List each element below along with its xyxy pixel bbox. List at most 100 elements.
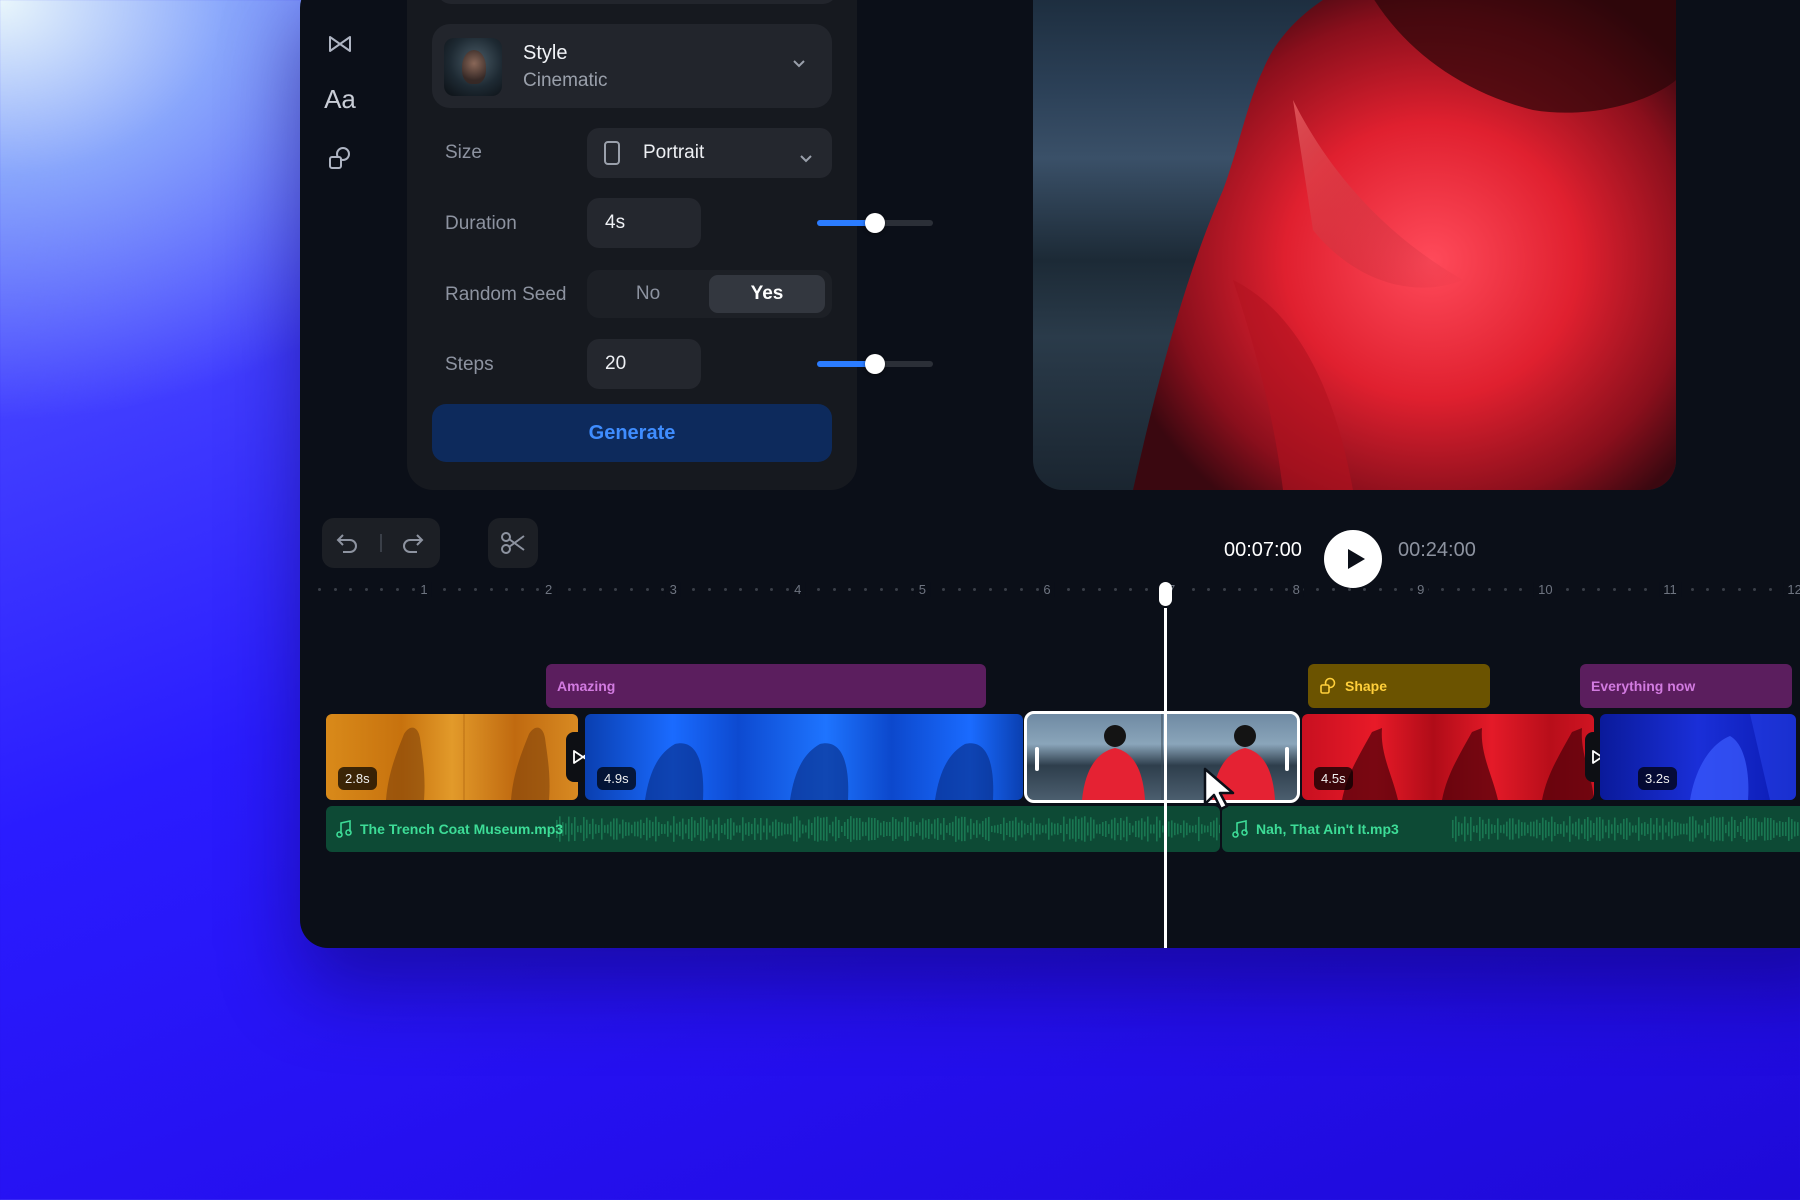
style-selector[interactable]: Style Cinematic <box>432 24 832 108</box>
ruler-tick <box>396 588 399 591</box>
ruler-label: 3 <box>665 582 681 597</box>
steps-slider[interactable] <box>817 354 933 374</box>
video-clip[interactable]: 4.5s <box>1302 714 1594 800</box>
ruler-tick <box>1503 588 1507 591</box>
ruler-tick <box>442 588 446 591</box>
random-seed-yes[interactable]: Yes <box>709 275 825 313</box>
steps-input[interactable]: 20 <box>587 339 701 389</box>
text-icon[interactable]: Aa <box>322 81 358 117</box>
size-dropdown[interactable]: Portrait <box>587 128 832 178</box>
ruler-tick <box>957 588 961 591</box>
timeline-ruler[interactable]: 123456789101112 <box>318 582 1800 602</box>
video-preview[interactable] <box>1033 0 1676 490</box>
duration-value: 4s <box>605 212 626 233</box>
ruler-label: 8 <box>1288 582 1304 597</box>
transition-icon[interactable] <box>322 26 358 62</box>
ruler-tick <box>1644 588 1647 591</box>
ruler-tick <box>630 588 633 591</box>
size-value: Portrait <box>643 142 705 163</box>
ruler-tick <box>1519 588 1523 591</box>
history-controls <box>322 518 440 568</box>
text-clip-amazing[interactable]: Amazing <box>546 664 986 708</box>
ruler-tick <box>1082 588 1086 591</box>
shapes-icon[interactable] <box>322 140 358 176</box>
ruler-tick <box>1269 588 1273 591</box>
music-note-icon <box>336 820 352 838</box>
ruler-tick <box>536 588 540 591</box>
style-thumbnail <box>444 38 502 96</box>
trim-handle-left[interactable] <box>1035 747 1039 771</box>
ruler-tick <box>333 588 337 591</box>
ruler-tick <box>1690 588 1694 591</box>
clip-duration: 4.9s <box>597 767 636 790</box>
current-time: 00:07:00 <box>1224 539 1302 561</box>
ruler-tick <box>1035 588 1039 591</box>
text-clip-shape[interactable]: Shape <box>1308 664 1490 708</box>
ruler-tick <box>1004 588 1008 591</box>
size-label: Size <box>445 142 482 163</box>
ruler-tick <box>1581 588 1585 591</box>
ruler-tick <box>1441 588 1445 591</box>
audio-clip-label: Nah, That Ain't It.mp3 <box>1256 821 1399 837</box>
portrait-icon <box>603 140 621 166</box>
ruler-tick <box>864 588 867 591</box>
ruler-label: 6 <box>1039 582 1055 597</box>
ruler-tick <box>973 588 977 591</box>
video-clip[interactable]: 3.2s <box>1600 714 1796 800</box>
ruler-tick <box>708 588 711 591</box>
clip-thumbnails <box>645 743 994 800</box>
ruler-tick <box>1222 588 1226 591</box>
text-clip-everything-now[interactable]: Everything now <box>1580 664 1792 708</box>
steps-slider-knob[interactable] <box>865 354 885 374</box>
clip-thumbnails <box>1690 714 1796 800</box>
redo-icon[interactable] <box>398 528 428 558</box>
ruler-tick <box>489 588 493 591</box>
text-clip-label: Amazing <box>557 678 616 694</box>
text-clip-label: Shape <box>1345 678 1388 694</box>
ruler-tick <box>817 588 821 591</box>
panel-top-field[interactable] <box>437 0 837 4</box>
ruler-tick <box>739 588 743 591</box>
playhead-handle[interactable] <box>1159 582 1172 606</box>
ruler-label: 4 <box>790 582 806 597</box>
ruler-tick <box>1488 588 1491 591</box>
toolbar-divider <box>380 534 382 552</box>
ruler-tick <box>1566 588 1569 591</box>
duration-input[interactable]: 4s <box>587 198 701 248</box>
scissors-icon <box>498 528 528 558</box>
random-seed-label: Random Seed <box>445 284 567 305</box>
video-clip[interactable]: 2.8s <box>326 714 578 800</box>
audio-clip[interactable]: The Trench Coat Museum.mp3 <box>326 806 1220 852</box>
ruler-tick <box>1129 588 1133 591</box>
ruler-tick <box>1612 588 1616 591</box>
ruler-tick <box>1144 588 1148 591</box>
trim-handle-right[interactable] <box>1285 747 1289 771</box>
style-title: Style <box>523 42 568 64</box>
undo-icon[interactable] <box>332 528 362 558</box>
video-clip[interactable]: 4.9s <box>585 714 1023 800</box>
style-value: Cinematic <box>523 70 608 91</box>
split-button[interactable] <box>488 518 538 568</box>
ruler-tick <box>786 588 789 591</box>
ruler-tick <box>1378 588 1382 591</box>
ruler-tick <box>411 588 415 591</box>
ruler-tick <box>692 588 696 591</box>
random-seed-no[interactable]: No <box>593 275 703 313</box>
ruler-tick <box>832 588 836 591</box>
generate-button[interactable]: Generate <box>432 404 832 462</box>
shape-icon <box>1319 677 1337 695</box>
ruler-label: 5 <box>914 582 931 597</box>
play-button[interactable] <box>1324 530 1382 588</box>
playhead[interactable] <box>1164 608 1167 948</box>
music-note-icon <box>1232 820 1248 838</box>
ruler-tick <box>364 588 368 591</box>
ruler-tick <box>458 588 462 591</box>
ruler-tick <box>879 588 883 591</box>
audio-clip[interactable]: Nah, That Ain't It.mp3 <box>1222 806 1800 852</box>
steps-value: 20 <box>605 353 627 374</box>
ruler-tick <box>1472 588 1476 591</box>
ruler-tick <box>474 588 477 591</box>
duration-slider-knob[interactable] <box>865 213 885 233</box>
duration-slider[interactable] <box>817 213 933 233</box>
selection-frame[interactable] <box>1024 711 1300 803</box>
